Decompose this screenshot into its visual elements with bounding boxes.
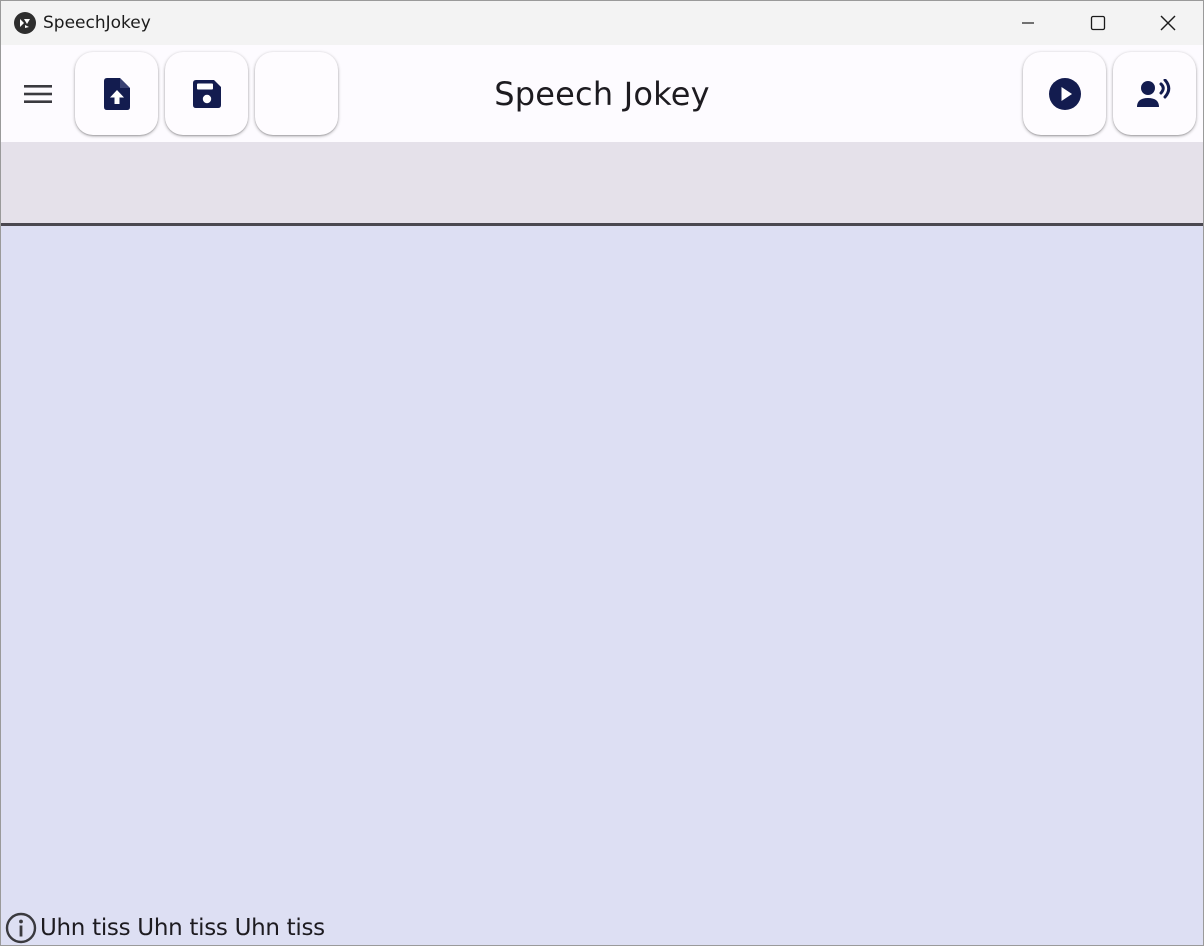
close-icon: [1160, 15, 1176, 31]
maximize-icon: [1090, 15, 1106, 31]
status-bar: Uhn tiss Uhn tiss Uhn tiss: [5, 912, 325, 944]
file-upload-icon: [103, 77, 130, 110]
save-button[interactable]: [165, 52, 248, 135]
empty-button[interactable]: [255, 52, 338, 135]
close-button[interactable]: [1133, 1, 1203, 45]
load-file-button[interactable]: [75, 52, 158, 135]
app-window: SpeechJokey Speech Jokey Uhn tiss Uhn ti…: [0, 0, 1204, 946]
main-content-area: [1, 226, 1203, 945]
app-logo-icon: [14, 12, 36, 34]
info-icon: [5, 912, 37, 944]
status-text: Uhn tiss Uhn tiss Uhn tiss: [40, 915, 325, 941]
minimize-icon: [1022, 22, 1034, 24]
title-bar: SpeechJokey: [1, 1, 1203, 45]
window-title: SpeechJokey: [43, 13, 151, 33]
play-button[interactable]: [1023, 52, 1106, 135]
minimize-button[interactable]: [993, 1, 1063, 45]
menu-icon: [24, 85, 52, 103]
speak-button[interactable]: [1113, 52, 1196, 135]
menu-button[interactable]: [15, 73, 61, 115]
top-app-bar: Speech Jokey: [1, 45, 1203, 142]
play-circle-icon: [1048, 77, 1081, 110]
maximize-button[interactable]: [1063, 1, 1133, 45]
toolbar-band: [1, 142, 1203, 223]
record-voice-icon: [1136, 78, 1170, 107]
save-icon: [192, 79, 221, 108]
